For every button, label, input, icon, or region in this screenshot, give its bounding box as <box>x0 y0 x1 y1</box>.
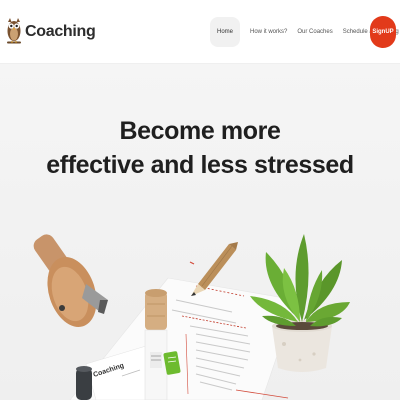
nav-how-it-works[interactable]: How it works? <box>250 17 287 47</box>
hero-title: Become more effective and less stressed <box>0 114 400 182</box>
hero-section: Coaching Become more effective and less … <box>0 64 400 400</box>
signup-button[interactable]: SignUP <box>370 16 396 48</box>
brand-logo-link[interactable]: Coaching <box>6 14 96 50</box>
nav-our-coaches[interactable]: Our Coaches <box>297 17 332 47</box>
page: Coaching Home How it works? Our Coaches … <box>0 0 400 400</box>
nav-home[interactable]: Home <box>210 17 241 47</box>
wooden-desk-object <box>33 234 108 327</box>
hero-title-line-2: effective and less stressed <box>46 151 354 179</box>
dark-cylinder <box>76 366 92 400</box>
owl-logo-icon <box>7 18 21 44</box>
top-navbar: Coaching Home How it works? Our Coaches … <box>0 0 400 64</box>
cork-bottle <box>144 289 168 400</box>
hero-title-line-1: Become more <box>119 117 281 145</box>
brand-name: Coaching <box>25 23 96 40</box>
